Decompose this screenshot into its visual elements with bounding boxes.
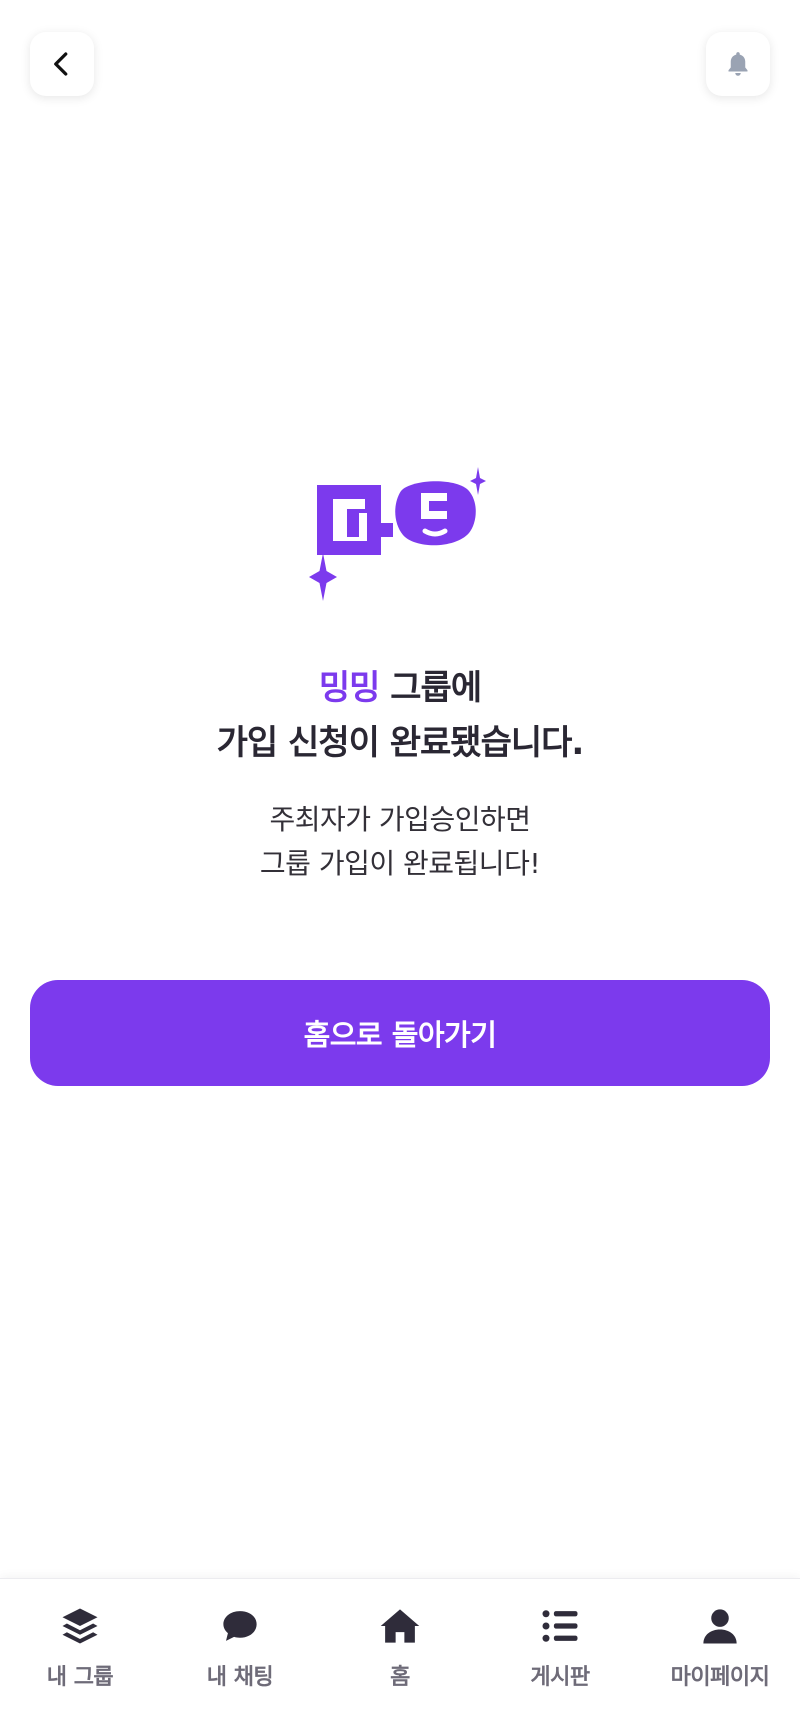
tab-my-chats[interactable]: 내 채팅 <box>160 1579 320 1733</box>
tab-home[interactable]: 홈 <box>320 1579 480 1733</box>
list-icon <box>542 1610 578 1642</box>
subtext-line2: 그룹 가입이 완료됩니다! <box>259 847 541 880</box>
tab-my-chats-label: 내 채팅 <box>206 1665 274 1690</box>
group-name: 밍밍 <box>318 668 381 708</box>
subtext-line1: 주최자가 가입승인하면 <box>269 803 531 836</box>
tab-home-label: 홈 <box>390 1665 410 1690</box>
tab-my-groups[interactable]: 내 그룹 <box>0 1579 160 1733</box>
chat-bubble-icon <box>223 1611 257 1641</box>
go-home-button[interactable]: 홈으로 돌아가기 <box>30 980 770 1086</box>
layers-icon <box>62 1608 98 1644</box>
tab-board-label: 게시판 <box>530 1665 590 1690</box>
user-icon <box>703 1609 737 1644</box>
chevron-left-icon <box>54 52 68 76</box>
home-icon <box>380 1609 420 1643</box>
headline-line1: 밍밍 그룹에 <box>0 660 800 709</box>
bottom-tab-bar: 내 그룹 내 채팅 홈 게시판 마이페이지 <box>0 1578 800 1733</box>
tab-my-page[interactable]: 마이페이지 <box>640 1579 800 1733</box>
tab-my-groups-label: 내 그룹 <box>46 1665 114 1690</box>
bell-icon <box>728 52 748 76</box>
mingming-logo <box>309 467 486 601</box>
tab-my-page-label: 마이페이지 <box>670 1665 770 1690</box>
headline-suffix: 그룹에 <box>379 668 482 708</box>
headline-line2: 가입 신청이 완료됐습니다. <box>216 723 585 763</box>
notification-button[interactable] <box>706 32 770 96</box>
back-button[interactable] <box>30 32 94 96</box>
tab-board[interactable]: 게시판 <box>480 1579 640 1733</box>
